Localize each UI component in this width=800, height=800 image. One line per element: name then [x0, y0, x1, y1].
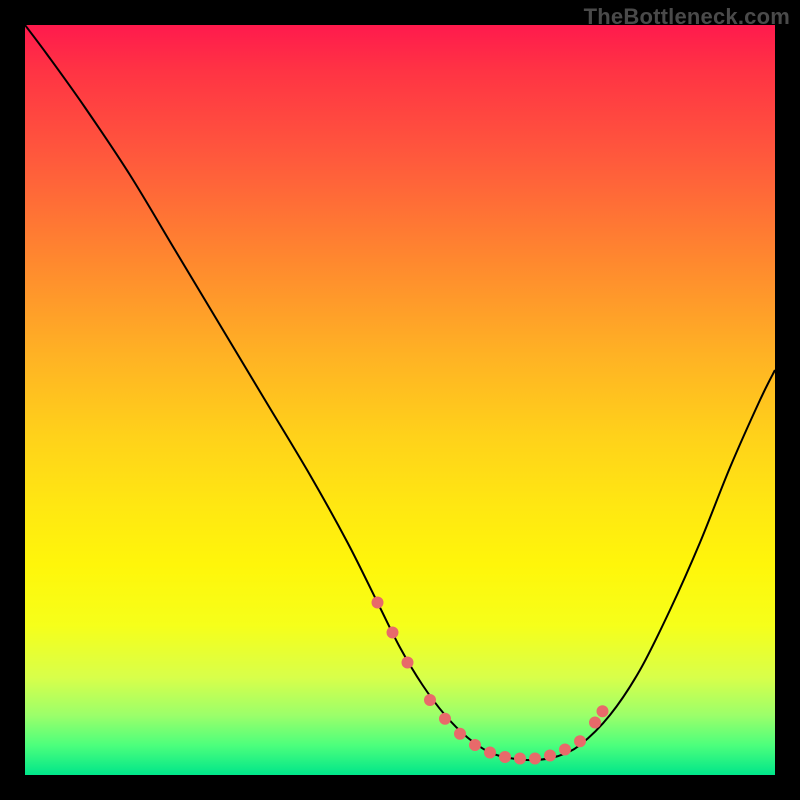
curve-line	[25, 25, 775, 760]
data-point	[484, 747, 496, 759]
data-point	[589, 717, 601, 729]
data-point	[454, 728, 466, 740]
data-point	[372, 597, 384, 609]
data-point	[402, 657, 414, 669]
bottleneck-curve-plot	[25, 25, 775, 775]
data-point	[559, 744, 571, 756]
data-point	[469, 739, 481, 751]
chart-area	[25, 25, 775, 775]
data-point	[424, 694, 436, 706]
data-point	[514, 753, 526, 765]
data-point	[529, 753, 541, 765]
data-point	[387, 627, 399, 639]
curve-markers	[372, 597, 609, 765]
data-point	[499, 751, 511, 763]
watermark-text: TheBottleneck.com	[584, 4, 790, 30]
data-point	[439, 713, 451, 725]
data-point	[597, 705, 609, 717]
data-point	[574, 735, 586, 747]
data-point	[544, 750, 556, 762]
